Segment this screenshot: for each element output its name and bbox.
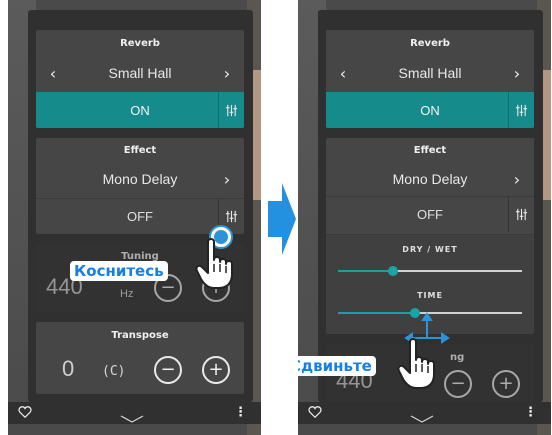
chevron-right-icon[interactable]: ›	[216, 56, 238, 90]
effect-toggle[interactable]: OFF	[36, 198, 244, 234]
chevron-right-icon[interactable]: ›	[506, 162, 528, 196]
hand-pointer-icon	[396, 336, 440, 390]
chevron-down-icon[interactable]	[120, 408, 144, 427]
reverb-toggle[interactable]: ON	[36, 92, 244, 128]
reverb-state: ON	[420, 102, 440, 118]
effect-title: Effect	[413, 144, 447, 156]
settings-panel: Reverb ‹ Small Hall › ON Effect Mono Del…	[28, 10, 253, 402]
reverb-type: Small Hall	[398, 65, 462, 81]
chevron-right-icon[interactable]: ›	[506, 56, 528, 90]
transpose-key: (C)	[102, 364, 126, 379]
reverb-title: Reverb	[120, 37, 160, 49]
reverb-title: Reverb	[410, 37, 450, 49]
drywet-label: DRY / WET	[402, 244, 458, 254]
transpose-title: Transpose	[111, 329, 169, 341]
bottom-bar: ⋮	[298, 402, 551, 424]
effect-title: Effect	[123, 144, 157, 156]
transpose-value: 0	[62, 356, 75, 381]
heart-outline-icon[interactable]	[308, 404, 322, 423]
vertical-dots-icon[interactable]: ⋮	[524, 405, 537, 420]
drag-callout: Сдвиньте	[298, 356, 376, 376]
reverb-type: Small Hall	[108, 65, 172, 81]
blue-arrow-right-icon	[268, 183, 296, 255]
effect-type: Mono Delay	[102, 171, 178, 187]
reverb-toggle[interactable]: ON	[326, 92, 534, 128]
heart-outline-icon[interactable]	[18, 404, 32, 423]
transpose-card: Transpose 0 (C) − +	[36, 322, 244, 394]
chevron-down-icon[interactable]	[410, 408, 434, 427]
screen-before: Reverb ‹ Small Hall › ON Effect Mono Del…	[8, 0, 261, 435]
time-label: TIME	[417, 290, 443, 300]
effect-state: OFF	[417, 207, 443, 222]
sliders-icon[interactable]	[508, 197, 534, 232]
hand-pointer-icon	[194, 236, 238, 290]
vertical-dots-icon[interactable]: ⋮	[234, 405, 247, 420]
plus-button[interactable]: +	[202, 356, 230, 384]
effect-card: Effect Mono Delay › OFF DRY / WET TIME	[326, 138, 534, 334]
reverb-card: Reverb ‹ Small Hall › ON	[326, 30, 534, 128]
sliders-icon[interactable]	[218, 92, 244, 128]
bottom-bar: ⋮	[8, 402, 261, 424]
sliders-icon[interactable]	[508, 92, 534, 128]
slider-knob[interactable]	[388, 266, 398, 276]
drywet-slider[interactable]	[338, 266, 522, 276]
reverb-card: Reverb ‹ Small Hall › ON	[36, 30, 244, 128]
reverb-state: ON	[130, 102, 150, 118]
tap-callout: Коснитесь	[70, 261, 168, 281]
chevron-left-icon[interactable]: ‹	[42, 56, 64, 90]
effect-type: Mono Delay	[392, 171, 468, 187]
effect-toggle[interactable]: OFF	[326, 196, 534, 232]
minus-button[interactable]: −	[154, 356, 182, 384]
chevron-left-icon[interactable]: ‹	[332, 56, 354, 90]
effect-card: Effect Mono Delay › OFF	[36, 138, 244, 234]
chevron-right-icon[interactable]: ›	[216, 162, 238, 196]
screen-after: Reverb ‹ Small Hall › ON Effect Mono Del…	[298, 0, 551, 435]
effect-state: OFF	[127, 209, 153, 224]
